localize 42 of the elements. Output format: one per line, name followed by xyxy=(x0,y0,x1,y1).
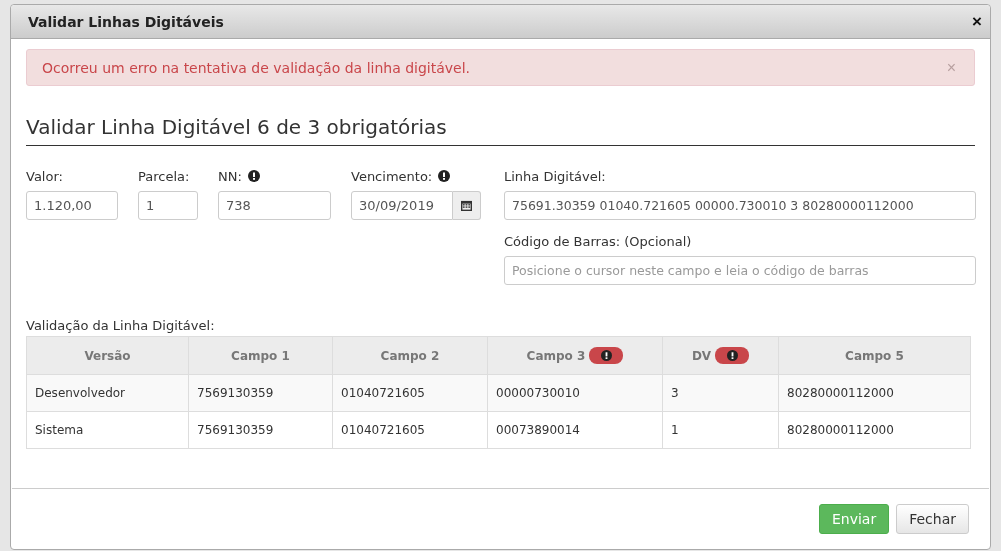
column-header: Campo 3 xyxy=(487,336,663,375)
window-title: Validar Linhas Digitáveis xyxy=(28,13,224,30)
calendar-button[interactable] xyxy=(453,191,481,220)
warning-badge xyxy=(715,347,750,364)
input-field[interactable]: 1 xyxy=(138,191,198,220)
warning-icon xyxy=(438,170,451,182)
table-caption: Validação da Linha Digitável: xyxy=(26,318,216,333)
table-cell: 01040721605 xyxy=(332,374,488,412)
table-cell: 80280000112000 xyxy=(778,411,971,449)
section-heading: Validar Linha Digitável 6 de 3 obrigatórias xyxy=(26,115,975,146)
close-button[interactable]: × xyxy=(972,11,982,32)
column-header: Versão xyxy=(26,336,189,375)
field-label: NN: xyxy=(218,168,242,184)
alert-message: Ocorreu um erro na tentativa de validação da linha digitável. xyxy=(42,59,471,76)
table-cell: Sistema xyxy=(26,411,189,449)
column-header: Campo 1 xyxy=(188,336,333,375)
warning-badge xyxy=(589,347,624,364)
input-field[interactable]: 1.120,00 xyxy=(26,191,118,220)
calendar-icon xyxy=(461,200,472,211)
table-cell: 7569130359 xyxy=(188,411,333,449)
table-cell: 1 xyxy=(662,411,779,449)
field-label: Valor: xyxy=(26,168,63,184)
barcode-field[interactable]: Posicione o cursor neste campo e leia o código de barras xyxy=(504,256,976,285)
table-cell: 7569130359 xyxy=(188,374,333,412)
table-cell: 00000730010 xyxy=(487,374,663,412)
field-label: Parcela: xyxy=(138,168,190,184)
date-field[interactable]: 30/09/2019 xyxy=(351,191,453,220)
column-header: Campo 2 xyxy=(332,336,488,375)
warning-icon xyxy=(247,170,260,182)
table-cell: 3 xyxy=(662,374,779,412)
field-label: Vencimento: xyxy=(351,168,433,184)
close-dialog-button[interactable]: Fechar xyxy=(896,504,969,534)
field-label: Linha Digitável: xyxy=(504,168,606,184)
input-field[interactable]: 75691.30359 01040.721605 00000.730010 3 80280000112000 xyxy=(504,191,976,220)
input-field[interactable]: 738 xyxy=(218,191,331,220)
table-cell: Desenvolvedor xyxy=(26,374,189,412)
table-cell: 80280000112000 xyxy=(778,374,971,412)
field-label: Código de Barras: (Opcional) xyxy=(504,233,692,249)
table-cell: 01040721605 xyxy=(332,411,488,449)
table-cell: 00073890014 xyxy=(487,411,663,449)
column-header: Campo 5 xyxy=(778,336,971,375)
column-header: DV xyxy=(662,336,779,375)
